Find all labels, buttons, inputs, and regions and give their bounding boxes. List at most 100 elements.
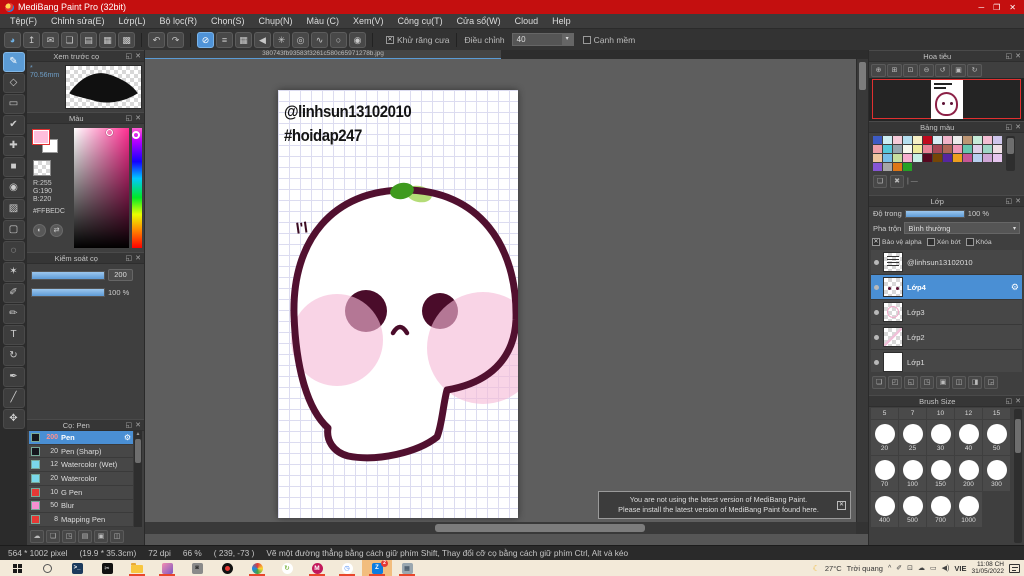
brush-size-preset[interactable]: 300 <box>983 456 1010 491</box>
alpha-protect-box[interactable]: ✕ <box>872 238 880 246</box>
palette-swatch[interactable] <box>963 154 972 162</box>
brush-size-preset-label[interactable]: 10 <box>927 408 954 419</box>
brush-item[interactable]: 200Pen⚙ <box>29 431 133 444</box>
menu-item-3[interactable]: Bộ lọc(R) <box>152 16 204 26</box>
palette-swatch[interactable] <box>873 163 882 171</box>
layer-visibility-dot[interactable] <box>874 285 879 290</box>
layer-row[interactable]: @linhsun13102010 <box>871 250 1022 274</box>
gradient-tool[interactable]: ▨ <box>3 199 25 219</box>
snap-off-icon[interactable]: ⊘ <box>197 32 214 48</box>
brush-size-preset-label[interactable]: 5 <box>871 408 898 419</box>
palette-swatch[interactable] <box>953 145 962 153</box>
close-icon[interactable]: ✕ <box>1015 197 1021 205</box>
palette-swatch[interactable] <box>923 154 932 162</box>
menu-item-9[interactable]: Cửa sổ(W) <box>450 16 508 26</box>
magic-wand-tool[interactable]: ✶ <box>3 262 25 282</box>
palette-swatch[interactable] <box>913 136 922 144</box>
action-center-icon[interactable] <box>1009 564 1020 573</box>
operation-tool[interactable]: ↻ <box>3 346 25 366</box>
palette-swatch[interactable] <box>893 163 902 171</box>
recorder-app[interactable] <box>212 560 242 576</box>
palette-swatch[interactable] <box>903 154 912 162</box>
close-icon[interactable]: ✕ <box>135 421 141 429</box>
select-eraser-tool[interactable]: ✏ <box>3 304 25 324</box>
palette-swatch[interactable] <box>963 145 972 153</box>
antialias-checkbox[interactable]: ✕ Khử răng cưa <box>386 35 450 45</box>
canvas-document[interactable]: @linhsun13102010 #hoidap247 l'l <box>278 90 518 518</box>
edit-brush-icon[interactable]: ▤ <box>78 530 92 543</box>
palette-swatch[interactable] <box>953 154 962 162</box>
palette-swatch[interactable] <box>993 136 1002 144</box>
rotate-right-icon[interactable]: ↻ <box>967 64 982 77</box>
document-icon[interactable]: ▤ <box>80 32 97 48</box>
antialias-checkbox-box[interactable]: ✕ <box>386 36 394 44</box>
duplicate-layer-icon[interactable]: ◫ <box>952 376 966 389</box>
brush-size-preset[interactable]: 40 <box>955 420 982 455</box>
language-indicator[interactable]: VIE <box>954 564 966 573</box>
palette-swatch[interactable] <box>933 154 942 162</box>
palette-swatch[interactable] <box>933 145 942 153</box>
move-tool[interactable]: ✚ <box>3 136 25 156</box>
popout-icon[interactable]: ◱ <box>1006 197 1013 205</box>
eraser-tool[interactable]: ◇ <box>3 73 25 93</box>
palette-swatch[interactable] <box>983 145 992 153</box>
zalo-app[interactable]: Z2 <box>362 560 392 576</box>
palette-swatch[interactable] <box>893 154 902 162</box>
zoom-out-icon[interactable]: ⊖ <box>919 64 934 77</box>
brush-size-preset[interactable]: 20 <box>871 420 898 455</box>
palette-scrollbar[interactable] <box>1006 136 1015 171</box>
notification-close-icon[interactable]: ✕ <box>837 501 846 510</box>
palette-swatch[interactable] <box>943 136 952 144</box>
popout-icon[interactable]: ◱ <box>1006 397 1013 405</box>
canvas-horizontal-scrollbar[interactable] <box>145 522 856 534</box>
fit-screen-icon[interactable]: ▣ <box>951 64 966 77</box>
canvas-viewport[interactable]: @linhsun13102010 #hoidap247 l'l <box>145 59 856 522</box>
close-icon[interactable]: ✕ <box>1015 52 1021 60</box>
brush-size-preset[interactable]: 100 <box>899 456 926 491</box>
palette-swatch[interactable] <box>883 163 892 171</box>
history-app[interactable]: ◷ <box>332 560 362 576</box>
swap-color-icon[interactable]: ⇄ <box>50 224 63 237</box>
weather-temp[interactable]: 27°C <box>825 564 842 573</box>
merge-layer-icon[interactable]: ◨ <box>968 376 982 389</box>
file-explorer[interactable] <box>122 560 152 576</box>
menu-item-8[interactable]: Công cụ(T) <box>391 16 450 26</box>
brush-tool[interactable]: ✎ <box>3 52 25 72</box>
menu-item-4[interactable]: Chọn(S) <box>204 16 252 26</box>
layer-row[interactable]: Lớp3 <box>871 300 1022 324</box>
menu-item-11[interactable]: Help <box>545 16 578 26</box>
lock-checkbox[interactable]: Khóa <box>966 238 992 246</box>
palette-swatch[interactable] <box>983 136 992 144</box>
soft-edge-checkbox[interactable]: Cạnh mềm <box>583 35 636 45</box>
weather-moon-icon[interactable]: ☾ <box>813 564 820 573</box>
sv-cursor[interactable] <box>106 129 113 136</box>
palette-swatch[interactable] <box>873 154 882 162</box>
brush-size-scrollbar[interactable] <box>1014 409 1022 543</box>
layer-blend-dropdown[interactable]: Bình thường ▾ <box>904 222 1020 234</box>
saturation-value-picker[interactable] <box>74 128 129 248</box>
start-button[interactable] <box>2 560 32 576</box>
medibang-home-icon[interactable]: ◕ <box>4 32 21 48</box>
volume-icon[interactable]: ◀) <box>942 564 950 572</box>
palette-swatch[interactable] <box>973 145 982 153</box>
snap-cross-icon[interactable]: ▦ <box>235 32 252 48</box>
brush-opacity-slider[interactable] <box>31 288 105 297</box>
add-layer-above-icon[interactable]: ◰ <box>888 376 902 389</box>
alpha-protect-checkbox[interactable]: ✕ Bảo vệ alpha <box>872 238 922 246</box>
layer-visibility-dot[interactable] <box>874 335 879 340</box>
menu-item-7[interactable]: Xem(V) <box>346 16 391 26</box>
palette-swatch[interactable] <box>883 154 892 162</box>
lock-box[interactable] <box>966 238 974 246</box>
brush-size-preset-label[interactable]: 15 <box>983 408 1010 419</box>
layer-group-icon[interactable]: ◳ <box>920 376 934 389</box>
brush-item[interactable]: 20Pen (Sharp) <box>29 445 133 458</box>
palette-swatch[interactable] <box>953 136 962 144</box>
palette-swatch[interactable] <box>923 136 932 144</box>
browser-app[interactable] <box>242 560 272 576</box>
search-button[interactable] <box>32 560 62 576</box>
brush-size-preset[interactable]: 50 <box>983 420 1010 455</box>
chat-icon[interactable]: ❏ <box>61 32 78 48</box>
palette-swatch[interactable] <box>893 136 902 144</box>
gmail-app[interactable]: M <box>302 560 332 576</box>
pen-input-icon[interactable]: ✐ <box>896 564 902 572</box>
